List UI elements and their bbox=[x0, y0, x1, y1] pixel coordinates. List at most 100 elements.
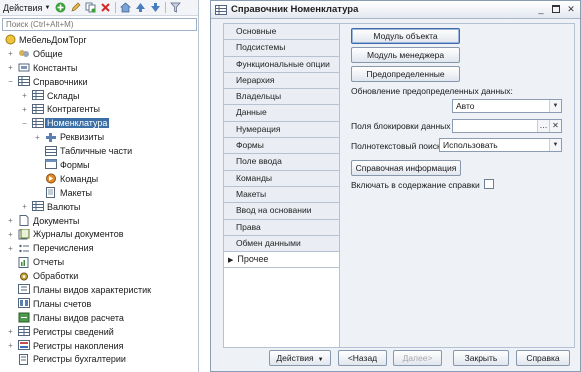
expand-icon[interactable]: + bbox=[6, 230, 15, 239]
tree-item[interactable]: + Регистры сведений bbox=[0, 325, 198, 339]
tree-item-label: Справочники bbox=[33, 76, 88, 87]
tree-item[interactable]: МебельДомТорг bbox=[0, 33, 198, 47]
back-button[interactable]: <Назад bbox=[338, 350, 387, 366]
collapse-icon[interactable]: − bbox=[6, 77, 15, 86]
tree-item[interactable]: Команды bbox=[0, 172, 198, 186]
tab-item[interactable]: Права bbox=[224, 219, 339, 236]
window-titlebar[interactable]: Справочник Номенклатура _ ✕ bbox=[211, 1, 580, 19]
tree-item-label: Планы видов расчета bbox=[33, 312, 124, 323]
tree-item[interactable]: + Документы bbox=[0, 214, 198, 228]
tab-item[interactable]: Владельцы bbox=[224, 89, 339, 106]
tree-item[interactable]: + Валюты bbox=[0, 200, 198, 214]
tab-item[interactable]: Команды bbox=[224, 170, 339, 187]
ellipsis-icon[interactable]: … bbox=[537, 120, 549, 132]
tree-item[interactable]: Обработки bbox=[0, 269, 198, 283]
tree-item[interactable]: Отчеты bbox=[0, 255, 198, 269]
tab-label: Обмен данными bbox=[236, 237, 301, 248]
collapse-icon[interactable]: − bbox=[20, 119, 29, 128]
tree-item[interactable]: + Реквизиты bbox=[0, 130, 198, 144]
templates-icon bbox=[45, 187, 57, 199]
expand-icon[interactable]: + bbox=[33, 133, 42, 142]
actions-menu[interactable]: Действия ▼ bbox=[3, 3, 50, 13]
add-icon[interactable] bbox=[54, 1, 67, 14]
expand-icon[interactable]: + bbox=[20, 91, 29, 100]
tree-item[interactable]: + Константы bbox=[0, 61, 198, 75]
chevron-down-icon[interactable]: ▼ bbox=[549, 100, 561, 112]
chevron-down-icon: ▼ bbox=[44, 4, 51, 11]
expand-icon[interactable]: + bbox=[6, 49, 15, 58]
lock-fields-input[interactable]: … ✕ bbox=[452, 119, 562, 133]
actions-menu-label: Действия bbox=[3, 2, 43, 13]
tree-item[interactable]: − Справочники bbox=[0, 75, 198, 89]
tab-item[interactable]: Ввод на основании bbox=[224, 203, 339, 220]
tab-item[interactable]: Нумерация bbox=[224, 121, 339, 139]
tree-item[interactable]: Регистры бухгалтерии bbox=[0, 352, 198, 366]
tab-label: Данные bbox=[236, 107, 267, 118]
clear-icon[interactable]: ✕ bbox=[549, 120, 561, 132]
tab-item[interactable]: Обмен данными bbox=[224, 235, 339, 253]
close-icon[interactable]: ✕ bbox=[566, 4, 576, 14]
predefined-update-select[interactable]: Авто ▼ bbox=[452, 99, 562, 113]
tab-item[interactable]: Формы bbox=[224, 138, 339, 155]
actions-button[interactable]: Действия ▼ bbox=[269, 350, 331, 366]
tree-item[interactable]: Табличные части bbox=[0, 144, 198, 158]
manager-module-button[interactable]: Модуль менеджера bbox=[351, 47, 460, 63]
expand-icon[interactable]: + bbox=[6, 216, 15, 225]
tab-item[interactable]: Иерархия bbox=[224, 72, 339, 90]
tab-item[interactable]: Основные bbox=[224, 24, 339, 41]
copy-icon[interactable] bbox=[84, 1, 97, 14]
tree-item[interactable]: Планы счетов bbox=[0, 297, 198, 311]
fulltext-search-select[interactable]: Использовать ▼ bbox=[439, 138, 562, 152]
expand-icon[interactable]: + bbox=[20, 105, 29, 114]
maximize-icon[interactable] bbox=[551, 4, 561, 14]
tree-item[interactable]: Макеты bbox=[0, 186, 198, 200]
tab-item[interactable]: Поле ввода bbox=[224, 154, 339, 171]
constants-icon bbox=[18, 62, 30, 73]
expand-icon[interactable]: + bbox=[20, 202, 29, 211]
tab-item[interactable]: ▶ Прочее bbox=[224, 252, 339, 269]
tree-item-label: Макеты bbox=[60, 187, 92, 198]
tab-label: Команды bbox=[236, 172, 273, 183]
delete-icon[interactable] bbox=[99, 1, 112, 14]
move-down-icon[interactable] bbox=[149, 1, 162, 14]
expand-icon[interactable]: + bbox=[6, 341, 15, 350]
tree-item[interactable]: Планы видов расчета bbox=[0, 311, 198, 325]
home-icon[interactable] bbox=[119, 1, 132, 14]
tree-item[interactable]: Планы видов характеристик bbox=[0, 283, 198, 297]
tree-item[interactable]: + Перечисления bbox=[0, 241, 198, 255]
tree-item[interactable]: + Склады bbox=[0, 89, 198, 103]
tab-item[interactable]: Функциональные опции bbox=[224, 56, 339, 73]
object-module-button[interactable]: Модуль объекта bbox=[351, 28, 460, 44]
tab-item[interactable]: Данные bbox=[224, 105, 339, 122]
next-button[interactable]: Далее> bbox=[393, 350, 442, 366]
tree-item[interactable]: + Общие bbox=[0, 47, 198, 61]
tab-item[interactable]: Подсистемы bbox=[224, 40, 339, 57]
tree-item-label: Перечисления bbox=[33, 243, 94, 254]
expand-icon[interactable]: + bbox=[6, 63, 15, 72]
close-button[interactable]: Закрыть bbox=[453, 350, 509, 366]
chevron-down-icon[interactable]: ▼ bbox=[549, 139, 561, 151]
data-processors-icon bbox=[18, 271, 30, 282]
help-button[interactable]: Справка bbox=[516, 350, 570, 366]
expand-icon[interactable]: + bbox=[6, 327, 15, 336]
help-info-button[interactable]: Справочная информация bbox=[351, 160, 461, 176]
tree-item[interactable]: + Журналы документов bbox=[0, 227, 198, 241]
commands-icon bbox=[45, 173, 57, 184]
tree-item[interactable]: + Контрагенты bbox=[0, 102, 198, 116]
filter-icon[interactable] bbox=[169, 1, 182, 14]
tree-item[interactable]: + Регистры накопления bbox=[0, 339, 198, 353]
move-up-icon[interactable] bbox=[134, 1, 147, 14]
tree-item[interactable]: − Номенклатура bbox=[0, 116, 198, 130]
tree-toolbar: Действия ▼ bbox=[0, 0, 198, 16]
predefined-button[interactable]: Предопределенные bbox=[351, 66, 460, 82]
tab-item[interactable]: Макеты bbox=[224, 186, 339, 204]
tree-item-label: МебельДомТорг bbox=[19, 34, 87, 45]
tab-label: Владельцы bbox=[236, 91, 282, 102]
expand-icon[interactable]: + bbox=[6, 244, 15, 253]
fulltext-search-value: Использовать bbox=[443, 140, 498, 150]
edit-icon[interactable] bbox=[69, 1, 82, 14]
minimize-icon[interactable]: _ bbox=[536, 4, 546, 14]
include-help-checkbox[interactable] bbox=[484, 179, 494, 189]
search-input[interactable] bbox=[2, 18, 197, 31]
tree-item[interactable]: Формы bbox=[0, 158, 198, 172]
